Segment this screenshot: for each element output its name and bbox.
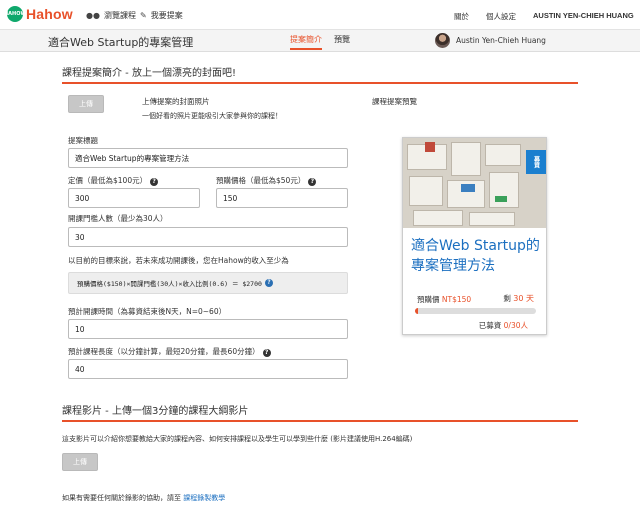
income-formula: 預購價格($150)×開課門檻(30人)×收入比例(0.6) ＝ $2700? [68,272,348,294]
users-icon: ●● [86,11,100,20]
video-section-title: 課程影片 - 上傳一個3分鐘的課程大綱影片 [62,406,249,417]
nav-settings[interactable]: 個人設定 [486,11,516,22]
length-label-text: 預計課程長度（以分鐘計算，最短20分鐘，最長60分鐘） [68,347,260,356]
card-presale-label: 預購價 [417,295,440,304]
presale-label-text: 預購價格（最低為$50元） [216,176,306,185]
funding-progress-bar [415,308,536,314]
price-label-text: 定價（最低為$100元） [68,176,148,185]
help-icon[interactable]: ? [150,178,159,186]
video-help: 如果有需要任何關於錄影的協助，請至 課程錄製教學 [62,493,225,503]
preview-card[interactable]: 募資 適合Web Startup的專案管理方法 預購價 NT$150 剩 30 … [402,137,547,335]
card-days-left: 剩 30 天 [503,293,534,304]
fundraising-ribbon: 募資 [526,150,546,174]
header-user-name: Austin Yen-Chieh Huang [456,36,546,45]
presale-input[interactable]: 150 [216,188,348,208]
tab-preview[interactable]: 預覽 [334,34,350,45]
project-header: 適合Web Startup的專案管理 提案簡介 預覽 Austin Yen-Ch… [0,30,640,52]
income-note: 以目前的目標來說，若未來成功開課後，您在Hahow的收入至少為 [68,256,289,265]
help-icon[interactable]: ? [264,279,273,287]
days-input[interactable]: 10 [68,319,348,339]
card-days-value: 30 天 [513,294,534,303]
funding-progress-fill [415,308,418,314]
length-label: 預計課程長度（以分鐘計算，最短20分鐘，最長60分鐘）? [68,346,271,357]
presale-label: 預購價格（最低為$50元）? [216,175,317,186]
video-help-text: 如果有需要任何關於錄影的協助，請至 [62,494,181,502]
cover-hint: 一個好看的照片更能吸引大家參與你的課程！ [142,112,282,120]
recording-tutorial-link[interactable]: 課程錄製教學 [183,494,225,502]
edit-icon: ✎ [140,11,147,20]
logo-text: Hahow [26,6,73,22]
title-input[interactable]: 適合Web Startup的專案管理方法 [68,148,348,168]
project-title: 適合Web Startup的專案管理 [48,36,194,49]
length-input[interactable]: 40 [68,359,348,379]
logo[interactable]: HAHOW Hahow [4,6,73,22]
tab-intro[interactable]: 提案簡介 [290,34,322,50]
nav-browse-courses[interactable]: ●● 瀏覽課程 [86,10,136,21]
title-label: 提案標題 [68,136,98,145]
days-label: 預計開課時間（為募資結束後N天，N=0~60） [68,307,227,316]
threshold-label: 開課門檻人數（最少為30人） [68,214,168,223]
card-title: 適合Web Startup的專案管理方法 [411,238,540,274]
card-presale-price: NT$150 [441,295,472,304]
video-upload-button[interactable]: 上傳 [62,453,98,471]
preview-label: 課程提案預覽 [372,97,417,106]
help-icon[interactable]: ? [262,349,271,357]
section-divider [62,420,578,422]
card-presale: 預購價 NT$150 [417,294,471,305]
help-icon[interactable]: ? [308,178,317,186]
nav-propose[interactable]: ✎ 我要提案 [140,10,183,21]
logo-badge: HAHOW [4,6,26,22]
price-input[interactable]: 300 [68,188,200,208]
intro-section-title: 課程提案簡介 - 放上一個漂亮的封面吧! [62,68,236,79]
price-label: 定價（最低為$100元）? [68,175,159,186]
card-raised-value: 0/30人 [503,321,528,330]
video-description: 這支影片可以介紹你想要教給大家的課程內容、如何安排課程以及學生可以學到些什麼 (… [62,435,413,443]
nav-about[interactable]: 關於 [454,11,469,22]
cover-image: 募資 [403,138,546,228]
card-raised: 已募資 0/30人 [479,320,528,331]
top-nav: HAHOW Hahow ●● 瀏覽課程 ✎ 我要提案 關於 個人設定 AUSTI… [0,0,640,30]
avatar[interactable] [435,33,450,48]
nav-propose-label: 我要提案 [150,11,183,20]
section-divider [62,82,578,84]
card-raised-prefix: 已募資 [478,321,502,330]
threshold-input[interactable]: 30 [68,227,348,247]
nav-browse-label: 瀏覽課程 [103,11,136,20]
nav-user-name[interactable]: AUSTIN YEN-CHIEH HUANG [533,11,634,20]
income-formula-text: 預購價格($150)×開課門檻(30人)×收入比例(0.6) ＝ $2700 [77,280,262,288]
card-days-prefix: 剩 [503,294,511,303]
cover-label: 上傳提案的封面照片 [142,97,210,106]
cover-upload-button[interactable]: 上傳 [68,95,104,113]
